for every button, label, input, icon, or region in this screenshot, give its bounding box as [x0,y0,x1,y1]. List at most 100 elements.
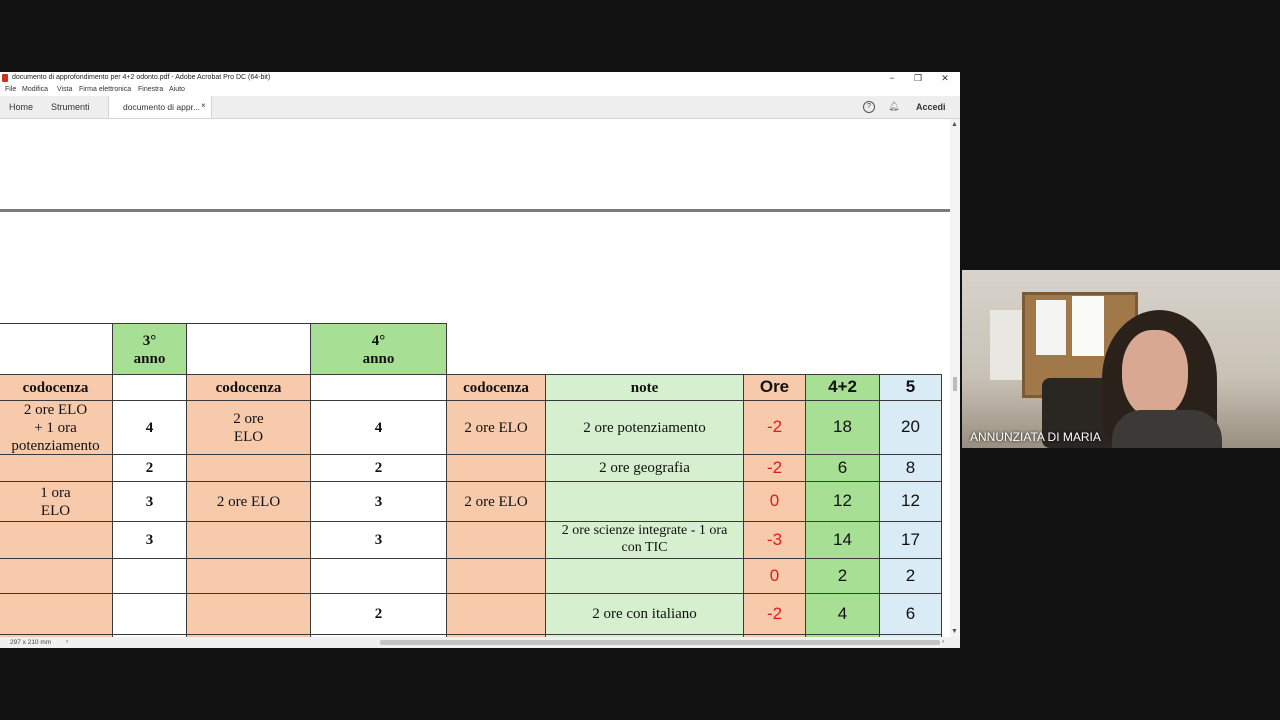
maximize-button[interactable]: ❐ [908,72,928,84]
cell-text: 2 ore [233,410,264,427]
row6-ore: -2 [743,593,806,635]
acrobat-window: documento di approfondimento per 4+2 odo… [0,72,960,648]
help-icon[interactable]: ? [863,101,875,113]
row4-note: 2 ore scienze integrate - 1 ora con TIC [545,521,744,559]
menu-firma-elettronica[interactable]: Firma elettronica [79,86,131,93]
row2-ore: -2 [743,454,806,482]
year-4-header: 4° anno [310,323,447,375]
row3-codocenza-1: 1 ora ELO [0,481,113,522]
row1-codocenza-1: 2 ore ELO + 1 ora potenziamento [0,400,113,455]
row6-year4: 2 [310,593,447,635]
cell-text: potenziamento [11,437,100,454]
scroll-down-icon[interactable]: ▼ [951,628,958,635]
row1-4plus2: 18 [805,400,880,455]
row6-year3 [112,593,187,635]
row1-codocenza-2: 2 ore ELO [186,400,311,455]
year-3-degree: 3° [142,332,157,349]
row6-codocenza-2 [186,593,311,635]
header-codocenza-3: codocenza [446,374,546,401]
year-4-degree: 4° [371,332,386,349]
row6-note: 2 ore con italiano [545,593,744,635]
video-poster [1072,296,1104,356]
scroll-up-icon[interactable]: ▲ [951,121,958,128]
page-size-label: 297 x 210 mm [10,639,52,646]
minimize-button[interactable]: − [882,72,902,84]
row2-codocenza-1 [0,454,113,482]
header-5: 5 [879,374,942,401]
participant-video[interactable]: ANNUNZIATA DI MARIA [962,270,1280,448]
header-note: note [545,374,744,401]
tab-document[interactable]: documento di appr... × [108,96,212,118]
bell-icon[interactable]: 🔔︎ [888,101,899,112]
tab-document-label: documento di appr... [123,102,201,112]
close-window-button[interactable]: ✕ [935,72,955,84]
title-bar: documento di approfondimento per 4+2 odo… [0,72,960,84]
row6-5: 6 [879,593,942,635]
row5-codocenza-3 [446,558,546,594]
scroll-right-icon[interactable]: › [942,638,944,645]
row3-5: 12 [879,481,942,522]
row5-5: 2 [879,558,942,594]
menu-bar: File Modifica Vista Firma elettronica Fi… [0,84,960,96]
row3-4plus2: 12 [805,481,880,522]
cell-text: 1 ora [40,484,71,501]
row2-note: 2 ore geografia [545,454,744,482]
row3-year3: 3 [112,481,187,522]
year-3-label: anno [133,350,166,367]
participant-face [1122,330,1188,418]
row5-year4 [310,558,447,594]
tab-bar: Home Strumenti documento di appr... × ? … [0,96,960,119]
row6-codocenza-1 [0,593,113,635]
row5-note [545,558,744,594]
tab-home[interactable]: Home [9,102,33,112]
document-view[interactable]: 3° anno 4° anno codocenza codocenza codoce… [0,119,950,637]
page-divider [0,209,950,212]
login-button[interactable]: Accedi [916,102,946,112]
horizontal-scroll-thumb[interactable] [380,640,940,645]
row2-year4: 2 [310,454,447,482]
menu-aiuto[interactable]: Aiuto [169,86,185,93]
menu-vista[interactable]: Vista [57,86,72,93]
menu-finestra[interactable]: Finestra [138,86,163,93]
video-poster [1036,300,1066,355]
status-bar: 297 x 210 mm ‹ › [0,637,960,648]
empty-header-cell [186,323,311,375]
tab-strumenti[interactable]: Strumenti [51,102,90,112]
row4-codocenza-1 [0,521,113,559]
row6-4plus2: 4 [805,593,880,635]
row1-codocenza-3: 2 ore ELO [446,400,546,455]
window-title: documento di approfondimento per 4+2 odo… [12,74,271,81]
vertical-scrollbar[interactable]: ▲ ▼ [950,119,960,637]
row1-note: 2 ore potenziamento [545,400,744,455]
row3-year4: 3 [310,481,447,522]
row4-codocenza-3 [446,521,546,559]
vertical-scroll-thumb[interactable] [953,377,957,391]
row4-ore: -3 [743,521,806,559]
cell-text: + 1 ora [34,419,77,436]
header-ore: Ore [743,374,806,401]
row2-5: 8 [879,454,942,482]
row3-note [545,481,744,522]
row4-codocenza-2 [186,521,311,559]
menu-file[interactable]: File [5,86,16,93]
row4-year4: 3 [310,521,447,559]
row4-year3: 3 [112,521,187,559]
row1-year3: 4 [112,400,187,455]
row3-codocenza-2: 2 ore ELO [186,481,311,522]
row5-4plus2: 2 [805,558,880,594]
row1-year4: 4 [310,400,447,455]
cell-text: ELO [233,428,264,445]
row1-ore: -2 [743,400,806,455]
video-poster [990,310,1024,380]
header-codocenza-1: codocenza [0,374,113,401]
header-empty-year4 [310,374,447,401]
row2-codocenza-2 [186,454,311,482]
header-codocenza-2: codocenza [186,374,311,401]
row2-codocenza-3 [446,454,546,482]
row3-ore: 0 [743,481,806,522]
menu-modifica[interactable]: Modifica [22,86,48,93]
close-tab-icon[interactable]: × [201,101,206,110]
row6-codocenza-3 [446,593,546,635]
empty-header-cell [0,323,113,375]
scroll-left-icon[interactable]: ‹ [66,638,68,645]
